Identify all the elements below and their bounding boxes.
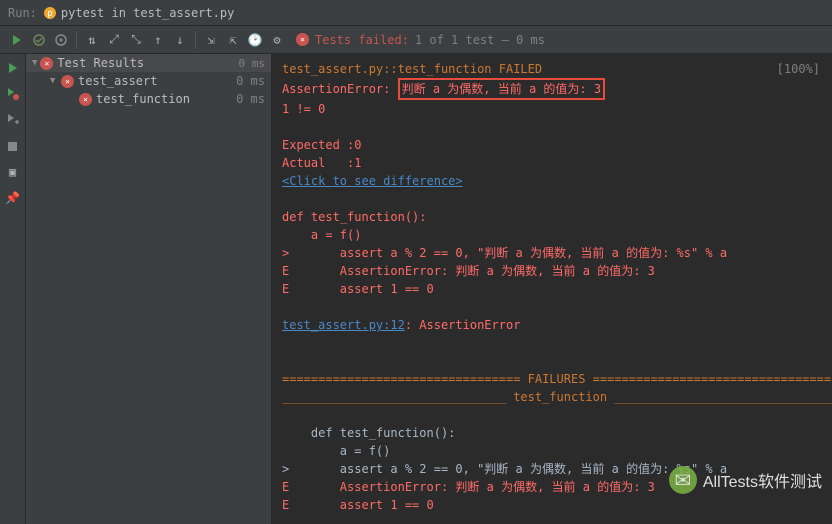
console-line: ================================= FAILUR… [282,370,822,388]
console-line: test_assert.py:12: AssertionError [282,316,822,334]
chevron-down-icon: ▼ [32,58,37,68]
run-button[interactable] [3,58,23,78]
console-line: 1 != 0 [282,100,822,118]
fail-icon: ✕ [40,57,53,70]
fail-label: Tests failed: [315,33,409,47]
console-line: AssertionError: 判断 a 为偶数, 当前 a 的值为: 3 [282,78,822,100]
fail-icon: ✕ [79,93,92,106]
tree-item-time: 0 ms [236,74,265,88]
settings-icon[interactable]: ⚙ [266,29,288,51]
history-button[interactable]: 🕑 [244,29,266,51]
highlighted-error: 判断 a 为偶数, 当前 a 的值为: 3 [398,78,605,100]
stop-button[interactable] [3,136,23,156]
show-ignored-toggle[interactable] [50,29,72,51]
tab-label: pytest in test_assert.py [61,6,234,20]
rerun-button[interactable] [6,29,28,51]
console-line: E assert 1 == 0 [282,496,822,514]
console-line: Expected :0 [282,136,822,154]
fail-summary: 1 of 1 test – 0 ms [415,33,545,47]
console-line: > assert a % 2 == 0, "判断 a 为偶数, 当前 a 的值为… [282,460,822,478]
console-line: Actual :1 [282,154,822,172]
console-line: _______________________________ test_fun… [282,388,822,406]
console-line: E AssertionError: 判断 a 为偶数, 当前 a 的值为: 3 [282,478,822,496]
collapse-all-button[interactable]: ⤡ [125,29,147,51]
run-label: Run: [8,6,37,20]
tree-header-time: 0 ms [239,57,266,70]
export-button[interactable]: ⇱ [222,29,244,51]
tree-header-label: Test Results [57,56,238,70]
console-line: test_assert.py::test_function FAILED [282,60,822,78]
pin-button[interactable]: 📌 [3,188,23,208]
console-line: E AssertionError: 判断 a 为偶数, 当前 a 的值为: 3 [282,262,822,280]
show-passed-toggle[interactable] [28,29,50,51]
console-line: > assert a % 2 == 0, "判断 a 为偶数, 当前 a 的值为… [282,244,822,262]
tree-item-label: test_function [96,92,236,106]
console-line: a = f() [282,226,822,244]
toggle-auto-test-button[interactable] [3,110,23,130]
tree-item-function[interactable]: ✕ test_function 0 ms [26,90,271,108]
svg-text:p: p [47,9,52,19]
tree-header[interactable]: ▼ ✕ Test Results 0 ms [26,54,271,72]
console-output: [100%] test_assert.py::test_function FAI… [272,54,832,524]
test-tree: ▼ ✕ Test Results 0 ms ▼ ✕ test_assert 0 … [26,54,272,524]
prev-failed-button[interactable]: ↑ [147,29,169,51]
tree-item-assert[interactable]: ▼ ✕ test_assert 0 ms [26,72,271,90]
console-line: def test_function(): [282,424,822,442]
console-line: a = f() [282,442,822,460]
tree-item-time: 0 ms [236,92,265,106]
tree-item-label: test_assert [78,74,236,88]
expand-all-button[interactable]: ⤢ [103,29,125,51]
console-line: E assert 1 == 0 [282,280,822,298]
sort-button[interactable]: ⇅ [81,29,103,51]
left-gutter: ▣ 📌 [0,54,26,524]
fail-icon: ✕ [61,75,74,88]
chevron-down-icon: ▼ [50,76,58,86]
diff-link[interactable]: <Click to see difference> [282,174,463,188]
status-text: ✕ Tests failed: 1 of 1 test – 0 ms [296,33,545,47]
pytest-icon: p [43,6,57,20]
file-link[interactable]: test_assert.py:12 [282,318,405,332]
fail-icon: ✕ [296,33,309,46]
console-line: def test_function(): [282,208,822,226]
rerun-failed-button[interactable] [3,84,23,104]
progress-indicator: [100%] [777,60,820,78]
layout-button[interactable]: ▣ [3,162,23,182]
import-button[interactable]: ⇲ [200,29,222,51]
run-config-tab[interactable]: p pytest in test_assert.py [43,6,234,20]
next-failed-button[interactable]: ↓ [169,29,191,51]
